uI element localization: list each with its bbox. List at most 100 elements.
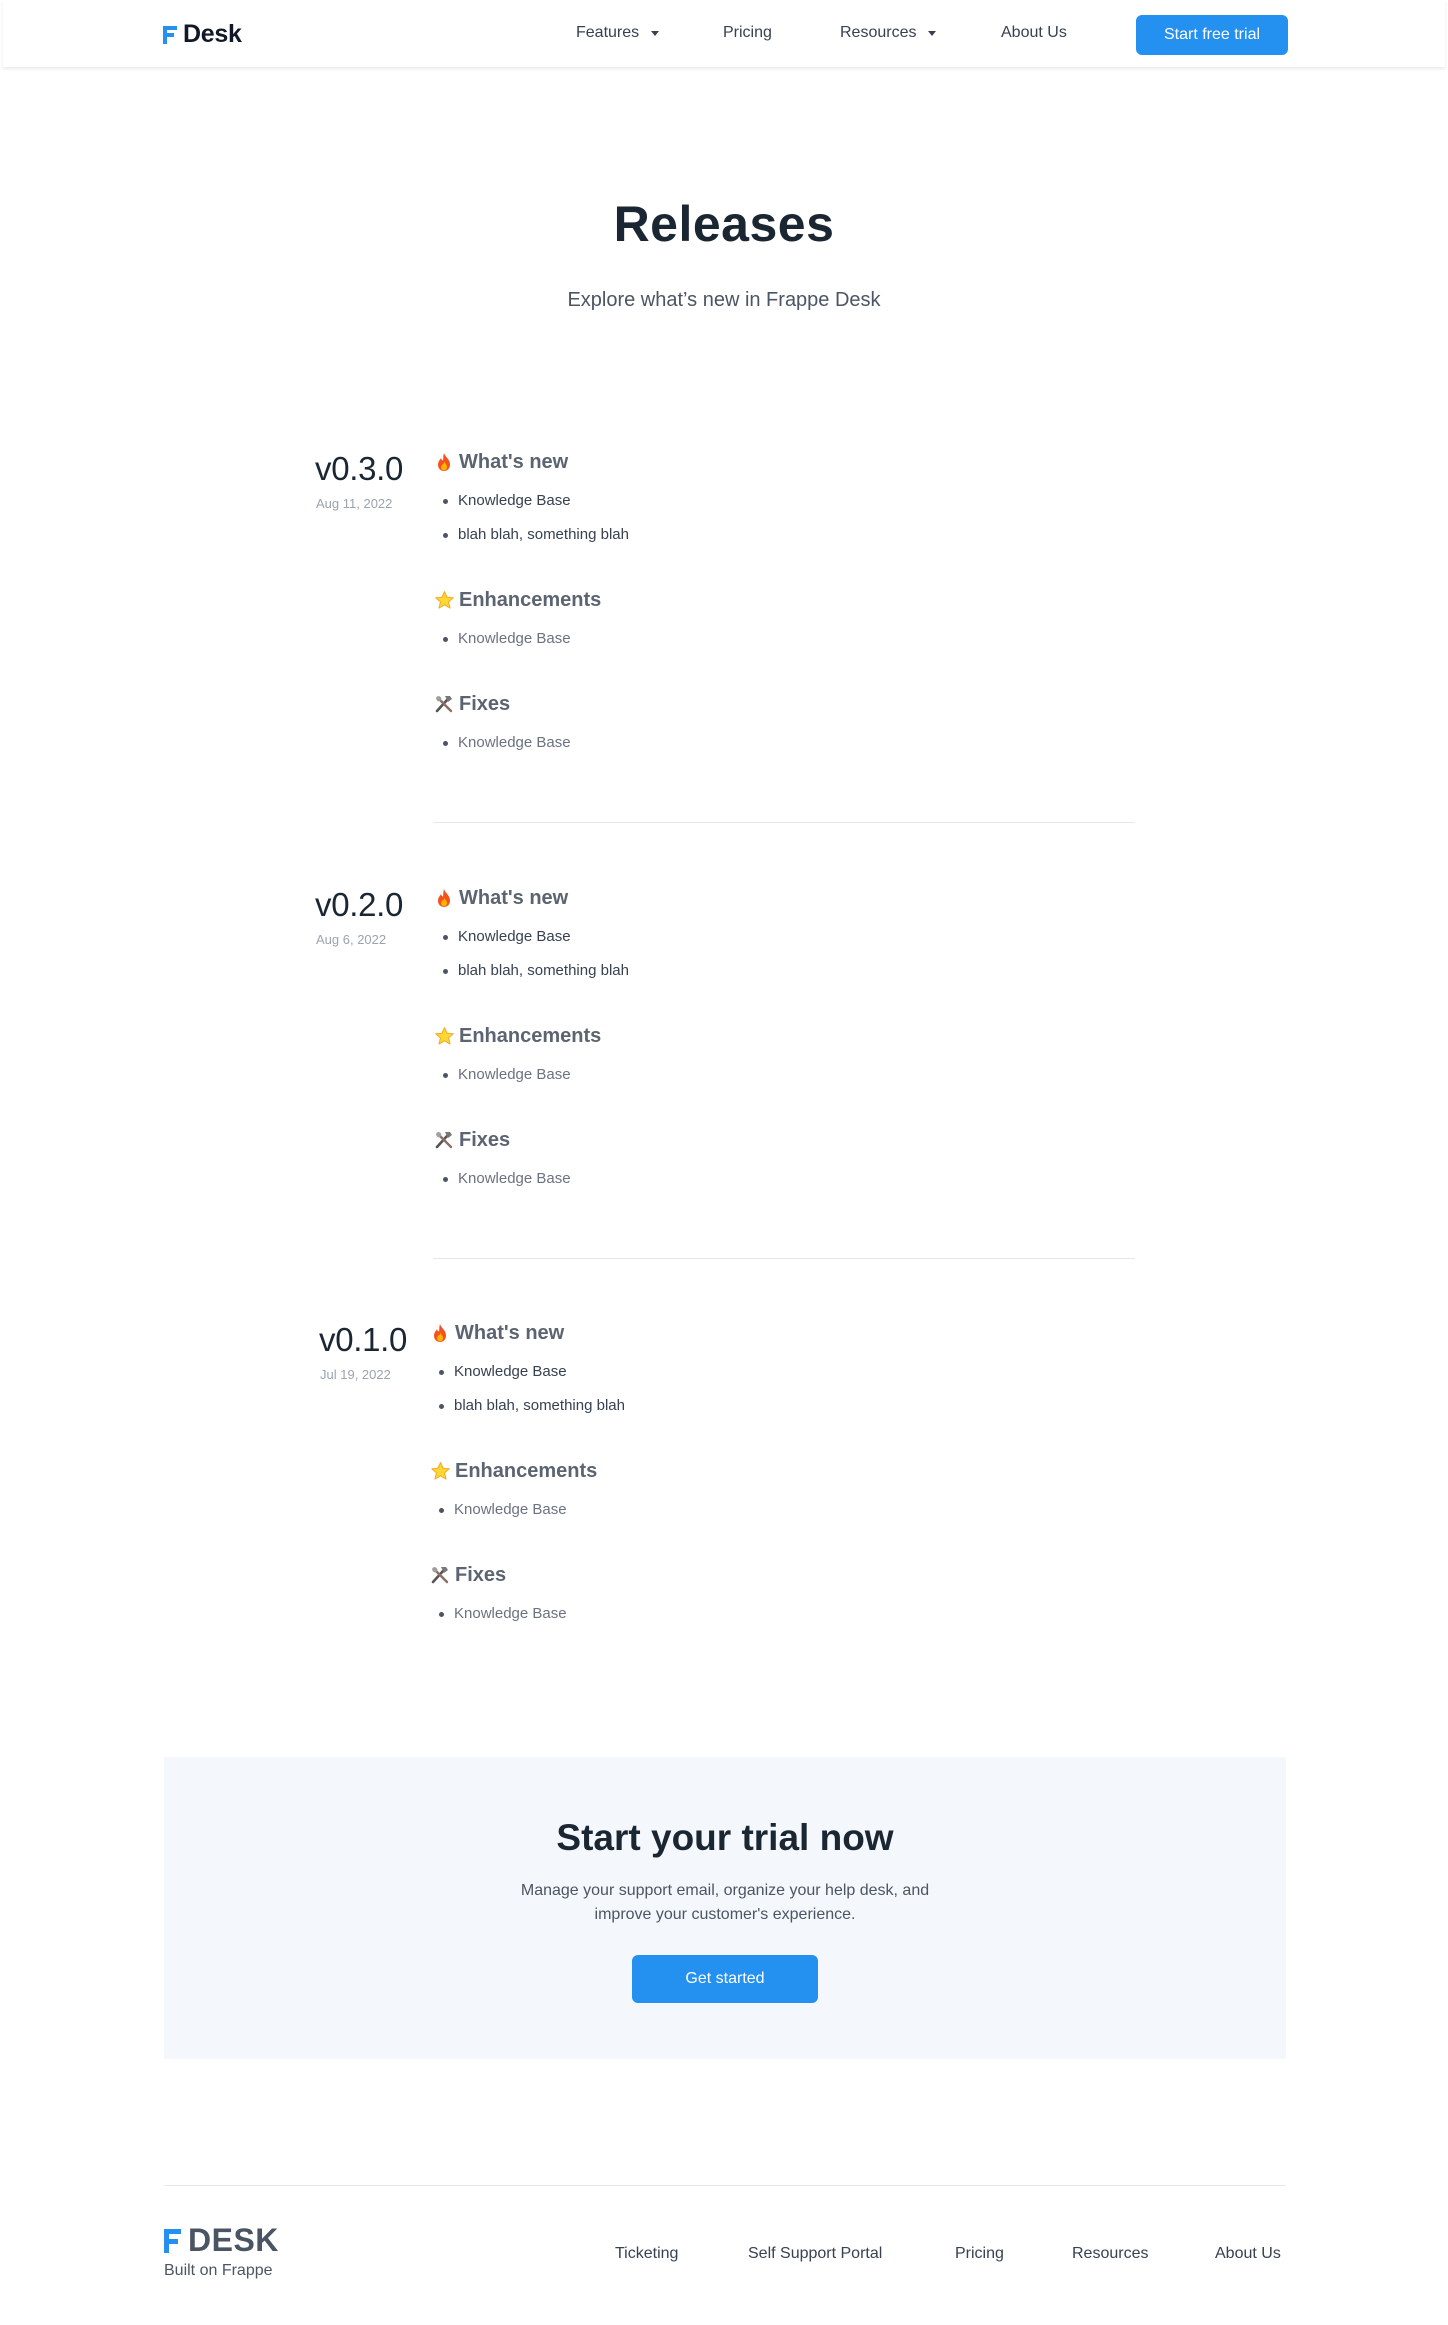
bullet-icon [443, 1073, 448, 1078]
get-started-button[interactable]: Get started [632, 1955, 818, 2003]
section-heading-label: Fixes [459, 692, 511, 715]
nav-features[interactable]: Features [576, 24, 660, 42]
section-item-list: Knowledge Base blah blah, something blah [433, 920, 629, 988]
list-item: blah blah, something blah [433, 954, 629, 988]
release-version: v0.3.0 [315, 450, 404, 487]
caret-down-icon [928, 30, 937, 36]
section-heading-label: What's new [455, 1321, 565, 1344]
section-item-list: Knowledge Base blah blah, something blah [433, 484, 629, 552]
fire-icon [429, 1322, 451, 1344]
section-heading-label: Fixes [455, 1563, 507, 1586]
nav-about-label: About Us [1001, 24, 1067, 41]
section-heading: Fixes [433, 692, 571, 716]
list-item: Knowledge Base [429, 1597, 567, 1631]
list-item-text: Knowledge Base [458, 492, 571, 509]
release-date: Aug 11, 2022 [316, 496, 393, 511]
release-date: Aug 6, 2022 [316, 932, 387, 947]
release-section-fixes: Fixes Knowledge Base [433, 1128, 571, 1196]
list-item: Knowledge Base [433, 920, 629, 954]
footer-link-self-support-portal[interactable]: Self Support Portal [748, 2245, 882, 2263]
trial-description-line2: improve your customer's experience. [594, 1906, 856, 1923]
start-free-trial-button[interactable]: Start free trial [1136, 15, 1288, 55]
bullet-icon [443, 499, 448, 504]
list-item-text: blah blah, something blah [458, 962, 629, 979]
section-heading-label: What's new [459, 886, 569, 909]
nav-about[interactable]: About Us [1001, 24, 1067, 42]
list-item: Knowledge Base [433, 622, 601, 656]
footer-link-pricing[interactable]: Pricing [955, 2245, 1004, 2263]
trial-cta-section: Start your trial now Manage your support… [164, 1757, 1286, 2059]
trial-description-line1: Manage your support email, organize your… [520, 1882, 930, 1899]
trial-title: Start your trial now [556, 1817, 894, 1858]
frappe-logo-icon [164, 2228, 181, 2254]
footer-tagline: Built on Frappe [164, 2262, 273, 2279]
section-heading-label: Enhancements [459, 1024, 602, 1047]
tools-icon [429, 1564, 451, 1586]
list-item-text: Knowledge Base [458, 1066, 571, 1083]
list-item-text: Knowledge Base [454, 1363, 567, 1380]
fire-icon [433, 451, 455, 473]
list-item-text: blah blah, something blah [454, 1397, 625, 1414]
bullet-icon [443, 935, 448, 940]
section-heading-label: What's new [459, 450, 569, 473]
star-icon [433, 589, 455, 611]
footer-link-resources[interactable]: Resources [1072, 2245, 1148, 2263]
list-item: Knowledge Base [429, 1355, 625, 1389]
bullet-icon [439, 1612, 444, 1617]
trial-description: Manage your support email, organize your… [164, 1879, 1286, 1927]
release-section-whats-new: What's new Knowledge Base blah blah, somet… [433, 450, 629, 552]
fire-icon [433, 887, 455, 909]
page-subtitle: Explore what’s new in Frappe Desk [567, 289, 881, 311]
section-heading: What's new [433, 450, 629, 474]
release-section-enhancements: Enhancements Knowledge Base [429, 1459, 597, 1527]
release-section-enhancements: Enhancements Knowledge Base [433, 1024, 601, 1092]
list-item-text: blah blah, something blah [458, 526, 629, 543]
section-heading-label: Enhancements [455, 1459, 598, 1482]
list-item: blah blah, something blah [433, 518, 629, 552]
bullet-icon [443, 1177, 448, 1182]
list-item-text: Knowledge Base [458, 734, 571, 751]
section-heading: Fixes [433, 1128, 571, 1152]
list-item: blah blah, something blah [429, 1389, 625, 1423]
frappe-logo-icon [163, 25, 177, 45]
release-version: v0.1.0 [319, 1321, 408, 1358]
tools-icon [433, 693, 455, 715]
footer-logo[interactable]: DESK [164, 2222, 279, 2259]
nav-pricing[interactable]: Pricing [723, 24, 772, 42]
bullet-icon [439, 1370, 444, 1375]
nav-resources-label: Resources [840, 24, 917, 41]
section-heading: Enhancements [433, 1024, 601, 1048]
section-heading: Enhancements [433, 588, 601, 612]
section-item-list: Knowledge Base [433, 622, 601, 656]
nav-resources[interactable]: Resources [840, 24, 937, 42]
page-title: Releases [613, 196, 835, 252]
footer-link-ticketing[interactable]: Ticketing [615, 2245, 678, 2263]
section-item-list: Knowledge Base blah blah, something blah [429, 1355, 625, 1423]
list-item: Knowledge Base [433, 1058, 601, 1092]
section-heading: Enhancements [429, 1459, 597, 1483]
footer-brand-name: DESK [188, 2222, 279, 2258]
section-item-list: Knowledge Base [433, 1162, 571, 1196]
section-item-list: Knowledge Base [433, 726, 571, 760]
tools-icon [433, 1129, 455, 1151]
release-divider [433, 822, 1135, 823]
bullet-icon [439, 1508, 444, 1513]
bullet-icon [443, 741, 448, 746]
brand-logo[interactable]: Desk [163, 20, 242, 49]
list-item-text: Knowledge Base [454, 1605, 567, 1622]
section-heading-label: Enhancements [459, 588, 602, 611]
nav-pricing-label: Pricing [723, 24, 772, 41]
release-version: v0.2.0 [315, 886, 404, 923]
nav-features-label: Features [576, 24, 640, 41]
bullet-icon [443, 637, 448, 642]
list-item-text: Knowledge Base [454, 1501, 567, 1518]
star-icon [433, 1025, 455, 1047]
release-section-whats-new: What's new Knowledge Base blah blah, somet… [429, 1321, 625, 1423]
section-heading: Fixes [429, 1563, 567, 1587]
release-date: Jul 19, 2022 [320, 1367, 391, 1382]
section-item-list: Knowledge Base [429, 1597, 567, 1631]
bullet-icon [443, 533, 448, 538]
list-item-text: Knowledge Base [458, 928, 571, 945]
footer-link-about[interactable]: About Us [1215, 2245, 1281, 2263]
caret-down-icon [651, 30, 660, 36]
